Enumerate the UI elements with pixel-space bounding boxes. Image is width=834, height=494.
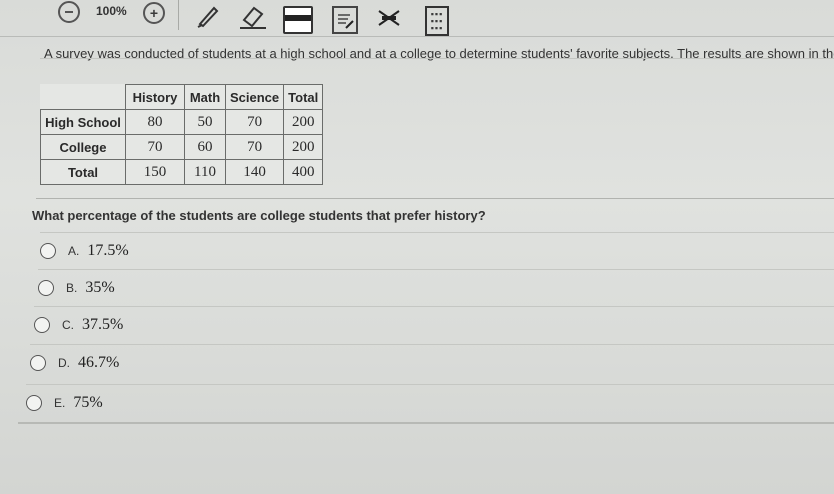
table-cell: 70 — [125, 134, 185, 160]
choice-letter: D. — [58, 356, 70, 370]
eraser-icon[interactable] — [238, 4, 268, 30]
column-header: Science — [224, 84, 285, 110]
table-cell: 110 — [184, 159, 226, 185]
row-header: Total — [40, 159, 126, 185]
column-header: History — [125, 84, 185, 110]
table-cell: 200 — [283, 134, 324, 160]
radio-button[interactable] — [30, 355, 46, 371]
divider — [36, 198, 834, 199]
table-cell: 70 — [224, 134, 285, 160]
table-cell: 150 — [125, 159, 185, 185]
choice-value: 46.7% — [78, 354, 120, 371]
answer-choice-d[interactable]: D. 46.7% — [30, 344, 834, 381]
table-cell: 140 — [224, 159, 285, 185]
table-cell: 70 — [224, 109, 285, 135]
highlighter-icon[interactable] — [283, 6, 313, 34]
row-header: College — [40, 134, 126, 160]
answer-choice-a[interactable]: A. 17.5% — [40, 232, 834, 269]
divider — [40, 58, 834, 59]
table-row: Total 150 110 140 400 — [40, 159, 324, 185]
choice-value: 35% — [85, 279, 115, 296]
toolbar-bottom-border — [0, 36, 834, 37]
toolbar: 100% + ▪▪▪ ▪▪▪ ▪▪▪ — [0, 0, 834, 42]
answer-choice-b[interactable]: B. 35% — [38, 269, 834, 306]
toolbar-divider — [178, 0, 179, 30]
table-row: High School 80 50 70 200 — [40, 109, 324, 135]
answer-choice-c[interactable]: C. 37.5% — [34, 306, 834, 343]
eliminate-icon[interactable] — [377, 8, 401, 28]
radio-button[interactable] — [34, 317, 50, 333]
zoom-out-icon[interactable] — [58, 1, 80, 23]
row-header: High School — [40, 109, 126, 135]
choice-letter: E. — [54, 396, 66, 410]
radio-button[interactable] — [26, 395, 42, 411]
choice-value: 75% — [73, 394, 103, 411]
reference-icon[interactable] — [332, 6, 358, 34]
divider — [18, 422, 834, 424]
survey-table: History Math Science Total High School 8… — [40, 84, 324, 185]
radio-button[interactable] — [40, 243, 56, 259]
table-cell: 60 — [184, 134, 226, 160]
radio-button[interactable] — [38, 280, 54, 296]
answer-choice-e[interactable]: E. 75% — [26, 384, 834, 421]
question-prompt: What percentage of the students are coll… — [32, 208, 486, 223]
choice-letter: A. — [68, 244, 80, 258]
table-header-row: History Math Science Total — [40, 84, 324, 110]
table-corner-cell — [40, 84, 126, 110]
choice-value: 37.5% — [82, 316, 124, 333]
table-row: College 70 60 70 200 — [40, 134, 324, 160]
choice-letter: C. — [62, 318, 74, 332]
calculator-icon[interactable]: ▪▪▪ ▪▪▪ ▪▪▪ — [425, 6, 449, 36]
table-cell: 80 — [125, 109, 185, 135]
table-cell: 400 — [283, 159, 324, 185]
column-header: Math — [184, 84, 226, 110]
pen-icon[interactable] — [196, 4, 222, 28]
table-cell: 50 — [184, 109, 226, 135]
choice-letter: B. — [66, 281, 78, 295]
zoom-level: 100% — [96, 4, 127, 18]
test-page: 100% + ▪▪▪ ▪▪▪ ▪▪▪ A survey was conducted … — [0, 0, 834, 494]
column-header: Total — [283, 84, 324, 110]
zoom-in-icon[interactable]: + — [143, 2, 165, 24]
table-cell: 200 — [283, 109, 324, 135]
choice-value: 17.5% — [87, 242, 129, 259]
